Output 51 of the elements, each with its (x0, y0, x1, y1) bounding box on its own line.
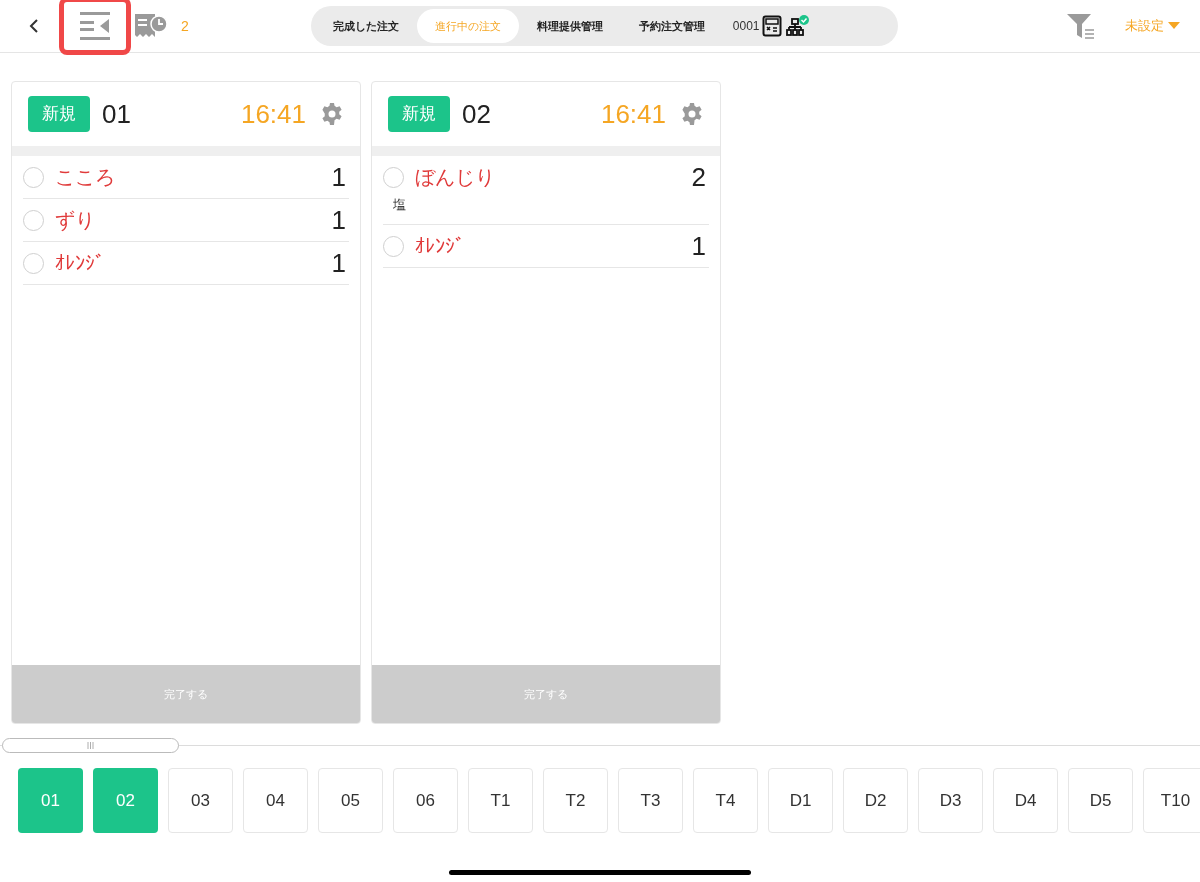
item-note: 塩 (393, 197, 406, 212)
status-badge: 新規 (28, 96, 90, 132)
table-tab[interactable]: D3 (918, 768, 983, 833)
table-tab[interactable]: T1 (468, 768, 533, 833)
order-time: 16:41 (600, 97, 666, 131)
table-number: 02 (462, 97, 491, 131)
grip-icon (87, 741, 94, 749)
item-name: ぼんじり (415, 165, 495, 190)
pending-count: 2 (181, 16, 189, 36)
order-tab[interactable]: 予約注文管理 (620, 9, 723, 43)
item-quantity: 1 (331, 246, 346, 280)
scroll-handle[interactable] (2, 737, 179, 753)
chevron-left-icon (29, 18, 39, 34)
table-tab[interactable]: 05 (318, 768, 383, 833)
item-checkbox[interactable] (23, 166, 44, 188)
settings-icon[interactable] (680, 102, 704, 126)
item-name: ｵﾚﾝｼﾞ (55, 251, 105, 276)
item-quantity: 1 (331, 160, 346, 194)
table-tab[interactable]: D4 (993, 768, 1058, 833)
calculator-icon (761, 15, 782, 37)
item-checkbox[interactable] (23, 209, 44, 231)
settings-icon[interactable] (320, 102, 344, 126)
item-checkbox[interactable] (383, 235, 404, 257)
terminal-id: 0001 (732, 18, 760, 35)
order-tab[interactable]: 料理提供管理 (518, 9, 621, 43)
item-name: こころ (55, 165, 115, 190)
item-name: ずり (55, 208, 95, 233)
caret-icon (1168, 22, 1180, 30)
order-time: 16:41 (240, 97, 306, 131)
table-number: 01 (102, 97, 131, 131)
table-tab[interactable]: 06 (393, 768, 458, 833)
table-tab[interactable]: D2 (843, 768, 908, 833)
table-tab[interactable]: T3 (618, 768, 683, 833)
item-checkbox[interactable] (383, 166, 404, 188)
table-tab[interactable]: T4 (693, 768, 758, 833)
item-quantity: 1 (331, 203, 346, 237)
collapse-list-button[interactable] (59, 0, 131, 55)
table-tab[interactable]: 03 (168, 768, 233, 833)
table-tab[interactable]: D5 (1068, 768, 1133, 833)
filter-icon[interactable] (1065, 11, 1097, 41)
item-name: ｵﾚﾝｼﾞ (415, 234, 465, 259)
item-quantity: 1 (691, 229, 706, 263)
status-badge: 新規 (388, 96, 450, 132)
table-tab[interactable]: 04 (243, 768, 308, 833)
table-tab[interactable]: T10 (1143, 768, 1200, 833)
item-quantity: 2 (691, 160, 706, 194)
table-tab[interactable]: T2 (543, 768, 608, 833)
collapse-list-icon (79, 11, 111, 41)
table-tab[interactable]: D1 (768, 768, 833, 833)
order-tab[interactable]: 完成した注文 (314, 9, 417, 43)
item-checkbox[interactable] (23, 252, 44, 274)
